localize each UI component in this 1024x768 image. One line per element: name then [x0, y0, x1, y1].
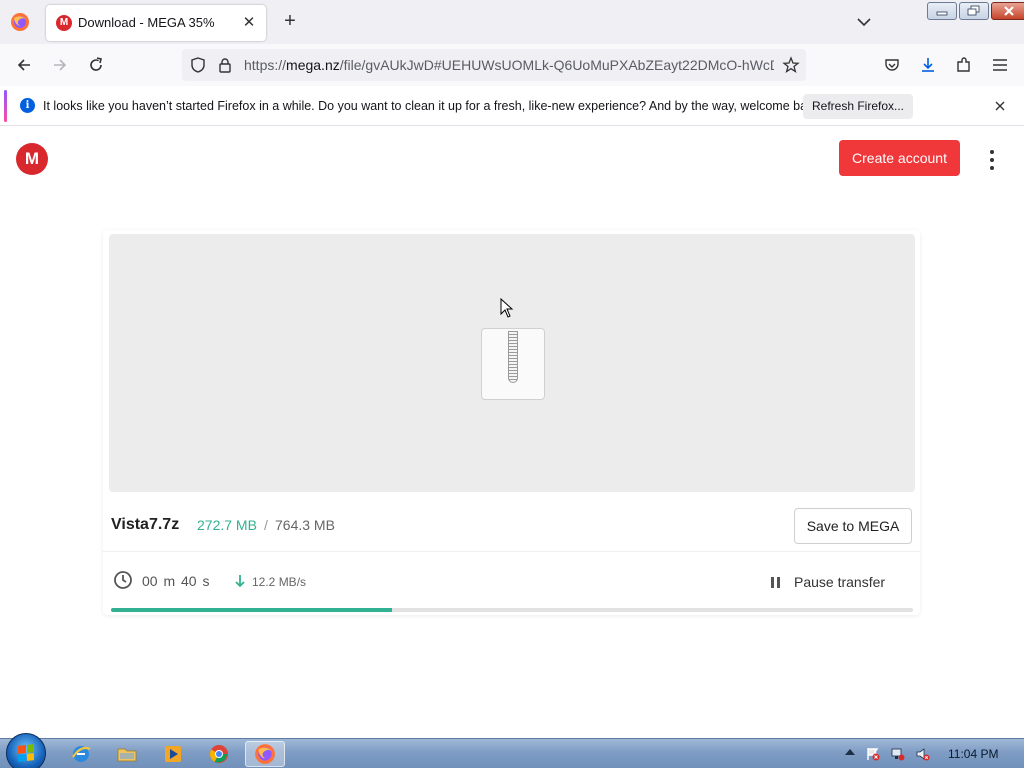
- transfer-stats-row: 00 m 40 s 12.2 MB/s Pause transfer: [103, 566, 920, 596]
- window-controls: [925, 2, 1024, 22]
- bookmark-star-icon[interactable]: [782, 56, 800, 74]
- notification-accent: [4, 90, 7, 122]
- notification-text: It looks like you haven’t started Firefo…: [43, 99, 824, 113]
- chevron-down-icon[interactable]: [854, 12, 874, 32]
- file-explorer-icon[interactable]: [107, 741, 147, 767]
- refresh-firefox-button[interactable]: Refresh Firefox...: [803, 94, 913, 119]
- url-scheme: https://: [244, 57, 287, 73]
- close-tab-icon[interactable]: ✕: [240, 14, 258, 32]
- size-separator: /: [264, 517, 268, 533]
- pocket-icon[interactable]: [880, 53, 904, 77]
- pause-icon[interactable]: [771, 577, 781, 588]
- more-options-icon[interactable]: [984, 148, 1000, 172]
- restore-icon[interactable]: [959, 2, 989, 20]
- download-arrow-icon: [235, 575, 245, 588]
- pause-transfer-button[interactable]: Pause transfer: [794, 574, 885, 590]
- zipper-graphic: [508, 331, 518, 383]
- close-window-icon[interactable]: [991, 2, 1024, 20]
- firefox-icon[interactable]: [245, 741, 285, 767]
- time-remaining: 00 m 40 s: [142, 573, 210, 589]
- minimize-icon[interactable]: [927, 2, 957, 20]
- file-preview: [109, 234, 915, 492]
- taskbar-clock[interactable]: 11:04 PM: [948, 747, 998, 761]
- url-path: /file/gvAUkJwD#UEHUWsUOMLk-Q6UoMuPXAbZEa…: [339, 57, 774, 73]
- downloaded-size: 272.7 MB: [197, 517, 257, 533]
- back-icon[interactable]: [12, 53, 36, 77]
- download-card: Vista7.7z 272.7 MB / 764.3 MB Save to ME…: [103, 230, 920, 615]
- tab-title: Download - MEGA 35%: [78, 15, 215, 30]
- mega-favicon-icon: M: [56, 15, 72, 31]
- volume-muted-icon[interactable]: [916, 747, 930, 761]
- url-bar[interactable]: https://mega.nz/file/gvAUkJwD#UEHUWsUOML…: [182, 49, 806, 81]
- close-icon[interactable]: [990, 96, 1010, 116]
- url-host: mega.nz: [286, 57, 340, 73]
- chrome-icon[interactable]: [199, 741, 239, 767]
- file-info-row: Vista7.7z 272.7 MB / 764.3 MB Save to ME…: [103, 502, 920, 550]
- notification-bar: i It looks like you haven’t started Fire…: [0, 86, 1024, 126]
- navigation-bar: https://mega.nz/file/gvAUkJwD#UEHUWsUOML…: [0, 44, 1024, 86]
- shield-icon[interactable]: [190, 57, 206, 73]
- clock-icon: [114, 571, 132, 589]
- divider: [103, 551, 920, 552]
- start-button[interactable]: [6, 733, 46, 768]
- mega-logo[interactable]: M: [16, 143, 48, 175]
- windows-logo-icon: [18, 744, 34, 762]
- tab-bar: M Download - MEGA 35% ✕ +: [0, 0, 1024, 44]
- info-icon: i: [20, 98, 35, 113]
- hamburger-menu-icon[interactable]: [988, 53, 1012, 77]
- internet-explorer-icon[interactable]: [61, 741, 101, 767]
- progress-bar: [111, 608, 913, 612]
- media-player-icon[interactable]: [153, 741, 193, 767]
- url-text[interactable]: https://mega.nz/file/gvAUkJwD#UEHUWsUOML…: [244, 57, 774, 73]
- transfer-speed: 12.2 MB/s: [252, 575, 307, 589]
- forward-icon[interactable]: [48, 53, 72, 77]
- network-icon[interactable]: [891, 747, 905, 761]
- progress-fill: [111, 608, 392, 612]
- zip-file-icon: [481, 328, 545, 400]
- extensions-icon[interactable]: [952, 53, 976, 77]
- create-account-button[interactable]: Create account: [839, 140, 960, 176]
- downloads-icon[interactable]: [916, 53, 940, 77]
- file-name: Vista7.7z: [111, 516, 180, 533]
- mouse-cursor-icon: [500, 298, 514, 318]
- action-center-icon[interactable]: [866, 747, 880, 761]
- firefox-icon[interactable]: [10, 12, 30, 32]
- lock-icon[interactable]: [218, 57, 232, 73]
- show-hidden-icons-icon[interactable]: [845, 749, 855, 755]
- save-to-mega-button[interactable]: Save to MEGA: [794, 508, 912, 544]
- new-tab-icon[interactable]: +: [279, 11, 301, 33]
- total-size: 764.3 MB: [275, 517, 335, 533]
- reload-icon[interactable]: [84, 53, 108, 77]
- windows-taskbar: 11:04 PM: [0, 733, 1024, 768]
- tab-mega-download[interactable]: M Download - MEGA 35% ✕: [46, 5, 266, 41]
